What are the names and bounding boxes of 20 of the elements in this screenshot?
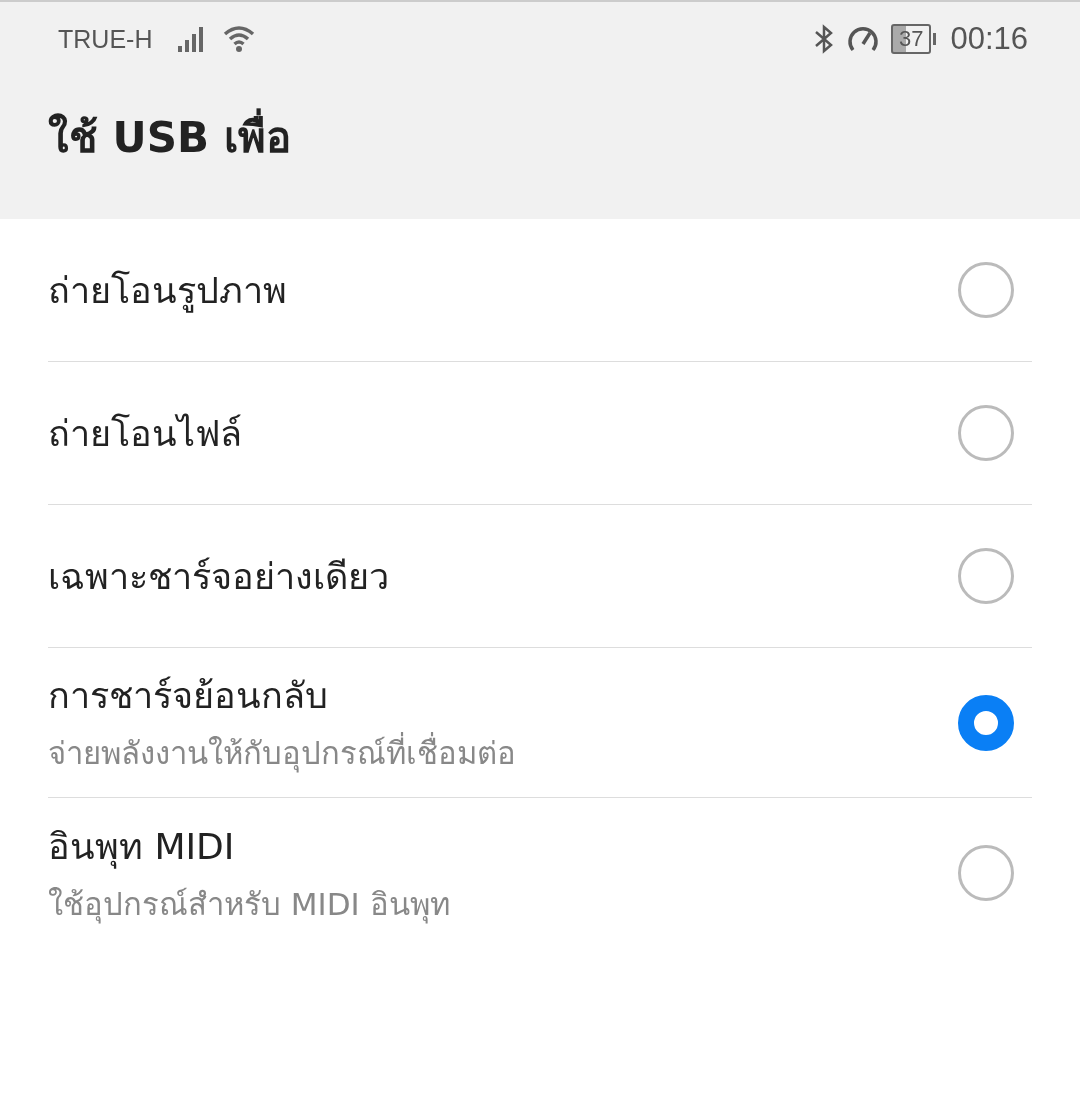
dialog-title: ใช้ USB เพื่อ bbox=[0, 76, 1080, 170]
option-description: ใช้อุปกรณ์สำหรับ MIDI อินพุท bbox=[48, 884, 450, 926]
option-description: จ่ายพลังงานให้กับอุปกรณ์ที่เชื่อมต่อ bbox=[48, 728, 516, 778]
usb-option[interactable]: ถ่ายโอนรูปภาพ bbox=[48, 219, 1032, 362]
usb-option[interactable]: ถ่ายโอนไฟล์ bbox=[48, 362, 1032, 505]
option-label: อินพุท MIDI bbox=[48, 824, 236, 871]
usb-option[interactable]: การชาร์จย้อนกลับ จ่ายพลังงานให้กับอุปกรณ์ที่เชื่อมต่อ bbox=[48, 648, 1032, 798]
radio-button[interactable] bbox=[958, 405, 1014, 461]
radio-button[interactable] bbox=[958, 845, 1014, 901]
option-label: เฉพาะชาร์จอย่างเดียว bbox=[48, 554, 389, 599]
option-label: ถ่ายโอนไฟล์ bbox=[48, 411, 242, 456]
radio-button[interactable] bbox=[958, 262, 1014, 318]
carrier-name: TRUE-H bbox=[58, 24, 153, 54]
option-label: ถ่ายโอนรูปภาพ bbox=[48, 268, 287, 315]
usb-option[interactable]: อินพุท MIDI ใช้อุปกรณ์สำหรับ MIDI อินพุท bbox=[48, 798, 1032, 948]
radio-button[interactable] bbox=[958, 548, 1014, 604]
radio-button[interactable] bbox=[958, 694, 1014, 751]
usb-option[interactable]: เฉพาะชาร์จอย่างเดียว bbox=[48, 505, 1032, 648]
clock: 00:16 bbox=[950, 21, 1028, 57]
option-label: การชาร์จย้อนกลับ bbox=[48, 674, 329, 718]
